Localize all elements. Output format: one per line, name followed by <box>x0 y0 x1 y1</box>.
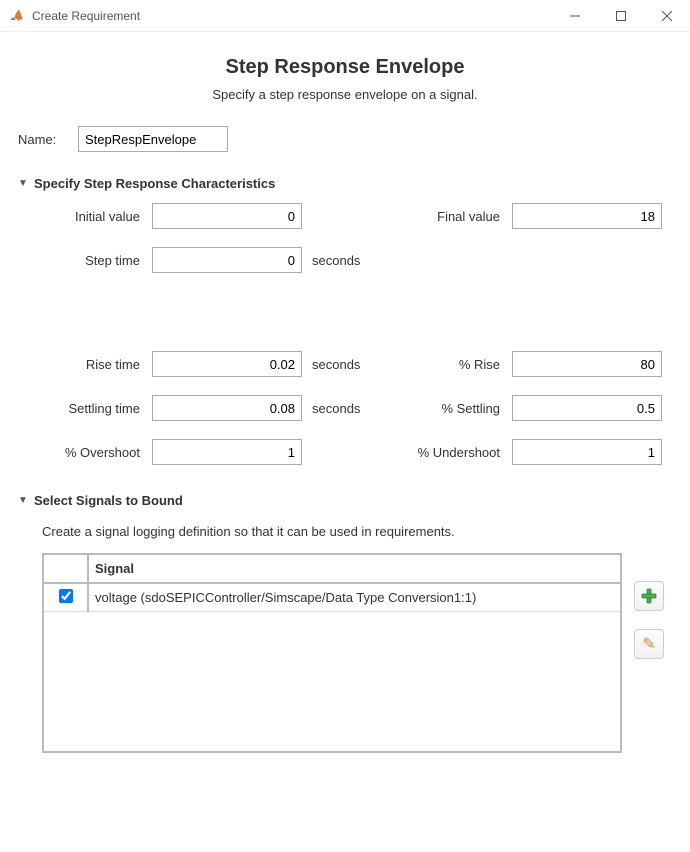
section-title-characteristics: Specify Step Response Characteristics <box>34 176 275 191</box>
window-titlebar: Create Requirement <box>0 0 690 32</box>
unit-step-time: seconds <box>312 253 360 268</box>
input-pct-rise[interactable] <box>512 351 662 377</box>
signal-row-checkbox[interactable] <box>59 589 73 603</box>
label-step-time: Step time <box>42 253 152 268</box>
triangle-down-icon: ▼ <box>18 178 30 189</box>
maximize-button[interactable] <box>598 0 644 32</box>
edit-signal-button[interactable]: ✎ <box>634 629 664 659</box>
signals-table: Signal voltage (sdoSEPICController/Simsc… <box>42 553 622 753</box>
section-toggle-characteristics[interactable]: ▼ Specify Step Response Characteristics <box>18 176 672 191</box>
triangle-down-icon: ▼ <box>18 495 30 506</box>
name-label: Name: <box>18 132 62 147</box>
add-signal-button[interactable] <box>634 581 664 611</box>
label-pct-rise: % Rise <box>382 357 512 372</box>
input-final-value[interactable] <box>512 203 662 229</box>
signals-hint: Create a signal logging definition so th… <box>18 520 672 553</box>
label-settling-time: Settling time <box>42 401 152 416</box>
input-step-time[interactable] <box>152 247 302 273</box>
label-initial-value: Initial value <box>42 209 152 224</box>
table-row[interactable]: voltage (sdoSEPICController/Simscape/Dat… <box>44 583 620 612</box>
label-final-value: Final value <box>382 209 512 224</box>
pencil-icon: ✎ <box>642 634 655 654</box>
input-settling-time[interactable] <box>152 395 302 421</box>
label-rise-time: Rise time <box>42 357 152 372</box>
unit-rise-time: seconds <box>312 357 360 372</box>
window-title: Create Requirement <box>32 9 552 23</box>
section-title-signals: Select Signals to Bound <box>34 493 183 508</box>
minimize-button[interactable] <box>552 0 598 32</box>
section-toggle-signals[interactable]: ▼ Select Signals to Bound <box>18 493 672 508</box>
input-pct-overshoot[interactable] <box>152 439 302 465</box>
unit-settling-time: seconds <box>312 401 360 416</box>
close-button[interactable] <box>644 0 690 32</box>
name-input[interactable] <box>78 126 228 152</box>
label-pct-undershoot: % Undershoot <box>382 445 512 460</box>
matlab-icon <box>8 8 24 24</box>
signals-col-check <box>44 555 88 583</box>
input-rise-time[interactable] <box>152 351 302 377</box>
signal-row-label: voltage (sdoSEPICController/Simscape/Dat… <box>88 583 620 612</box>
input-initial-value[interactable] <box>152 203 302 229</box>
plus-icon <box>641 588 657 604</box>
page-subtitle: Specify a step response envelope on a si… <box>18 87 672 102</box>
label-pct-overshoot: % Overshoot <box>42 445 152 460</box>
input-pct-settling[interactable] <box>512 395 662 421</box>
label-pct-settling: % Settling <box>382 401 512 416</box>
signals-col-signal: Signal <box>88 555 620 583</box>
input-pct-undershoot[interactable] <box>512 439 662 465</box>
page-title: Step Response Envelope <box>18 56 672 79</box>
